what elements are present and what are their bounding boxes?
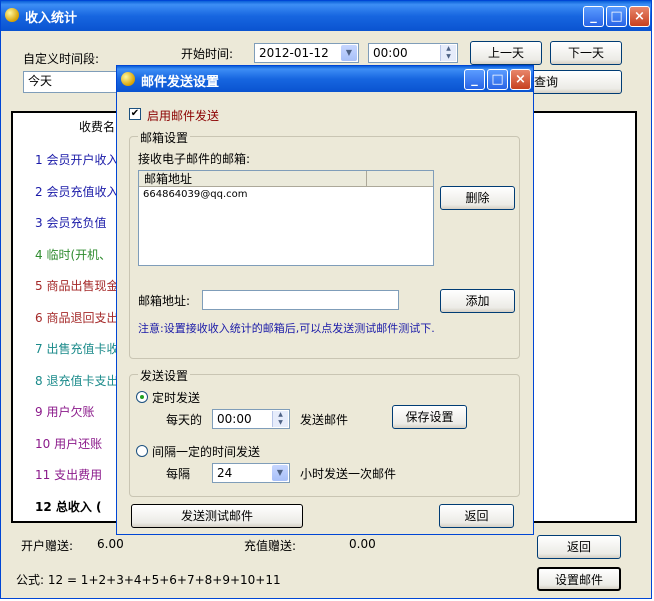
delete-button[interactable]: 删除 [440, 186, 515, 210]
dialog-back-button[interactable]: 返回 [439, 504, 514, 528]
recharge-gift-label: 充值赠送: [244, 539, 297, 553]
hours-label: 小时发送一次邮件 [300, 467, 397, 481]
daily-time-field[interactable]: 00:00 ▲ ▼ [212, 409, 290, 429]
column-header: 收费名 [79, 120, 116, 134]
main-back-button[interactable]: 返回 [537, 535, 621, 559]
email-list[interactable]: 邮箱地址 664864039@qq.com [138, 170, 434, 266]
open-gift-value: 6.00 [97, 537, 124, 551]
enable-mail-label: 启用邮件发送 [147, 109, 220, 123]
start-date-picker[interactable]: 2012-01-12 ▼ [254, 43, 359, 63]
daily-time-value: 00:00 [217, 412, 252, 426]
prev-day-button[interactable]: 上一天 [470, 41, 542, 65]
interval-hours-value: 24 [217, 466, 233, 480]
note-text: 注意:设置接收收入统计的邮箱后,可以点发送测试邮件测试下. [138, 322, 435, 335]
next-day-button[interactable]: 下一天 [550, 41, 622, 65]
dialog-titlebar[interactable]: 邮件发送设置 _ □ × [117, 66, 533, 92]
window-title: 收入统计 [25, 11, 78, 26]
app-icon [5, 8, 19, 22]
maximize-button[interactable]: □ [606, 6, 627, 27]
custom-period-label: 自定义时间段: [23, 52, 100, 66]
close-button[interactable]: × [629, 6, 650, 27]
dialog-close-button[interactable]: × [510, 69, 531, 90]
add-button[interactable]: 添加 [440, 289, 515, 313]
mail-settings-dialog: 邮件发送设置 _ □ × ✔ 启用邮件发送 邮箱设置 接收电子邮件的邮箱: 邮箱… [116, 65, 534, 535]
address-label: 邮箱地址: [138, 294, 191, 308]
email-address-input[interactable] [202, 290, 399, 310]
every-label: 每隔 [166, 467, 191, 481]
start-time-label: 开始时间: [181, 47, 234, 61]
start-time-field[interactable]: 00:00 ▲ ▼ [368, 43, 458, 63]
mailbox-group: 邮箱设置 接收电子邮件的邮箱: 邮箱地址 664864039@qq.com 删除… [129, 129, 520, 359]
daily-time-spinner[interactable]: ▲ ▼ [272, 411, 288, 427]
start-time-value: 00:00 [373, 46, 408, 60]
interval-send-radio[interactable] [136, 445, 148, 457]
time-spinner[interactable]: ▲ ▼ [440, 45, 456, 61]
list-item[interactable]: 664864039@qq.com [143, 189, 248, 200]
main-titlebar[interactable]: 收入统计 _ □ × [1, 1, 651, 31]
timed-send-radio[interactable] [136, 391, 148, 403]
minimize-button[interactable]: _ [583, 6, 604, 27]
receive-label: 接收电子邮件的邮箱: [138, 152, 251, 166]
dialog-maximize-button[interactable]: □ [487, 69, 508, 90]
open-gift-label: 开户赠送: [21, 539, 74, 553]
set-mail-button[interactable]: 设置邮件 [537, 567, 621, 591]
send-test-mail-button[interactable]: 发送测试邮件 [131, 504, 303, 528]
recharge-gift-value: 0.00 [349, 537, 376, 551]
interval-send-label: 间隔一定的时间发送 [152, 445, 261, 459]
chevron-down-icon[interactable]: ▼ [341, 45, 357, 61]
send-mail-label: 发送邮件 [300, 413, 349, 427]
enable-mail-checkbox[interactable]: ✔ [129, 108, 141, 120]
dialog-minimize-button[interactable]: _ [464, 69, 485, 90]
timed-send-label: 定时发送 [152, 391, 201, 405]
list-header-address[interactable]: 邮箱地址 [139, 171, 367, 187]
mailbox-group-title: 邮箱设置 [138, 129, 191, 146]
send-settings-group: 发送设置 定时发送 每天的 00:00 ▲ ▼ 发送邮件 保存设置 间隔一定的时间… [129, 367, 520, 497]
save-settings-button[interactable]: 保存设置 [392, 405, 467, 429]
daily-label: 每天的 [166, 413, 203, 427]
start-date-value: 2012-01-12 [259, 46, 329, 60]
period-select[interactable]: 今天 [23, 71, 119, 93]
query-button[interactable]: 查询 [521, 70, 622, 94]
dialog-app-icon [121, 72, 135, 86]
dialog-title: 邮件发送设置 [141, 75, 220, 90]
send-group-title: 发送设置 [138, 367, 191, 384]
list-header-filler [367, 171, 433, 187]
formula-text: 公式: 12 = 1+2+3+4+5+6+7+8+9+10+11 [16, 573, 281, 587]
interval-hours-select[interactable]: 24 ▼ [212, 463, 290, 483]
chevron-down-icon[interactable]: ▼ [272, 465, 288, 481]
